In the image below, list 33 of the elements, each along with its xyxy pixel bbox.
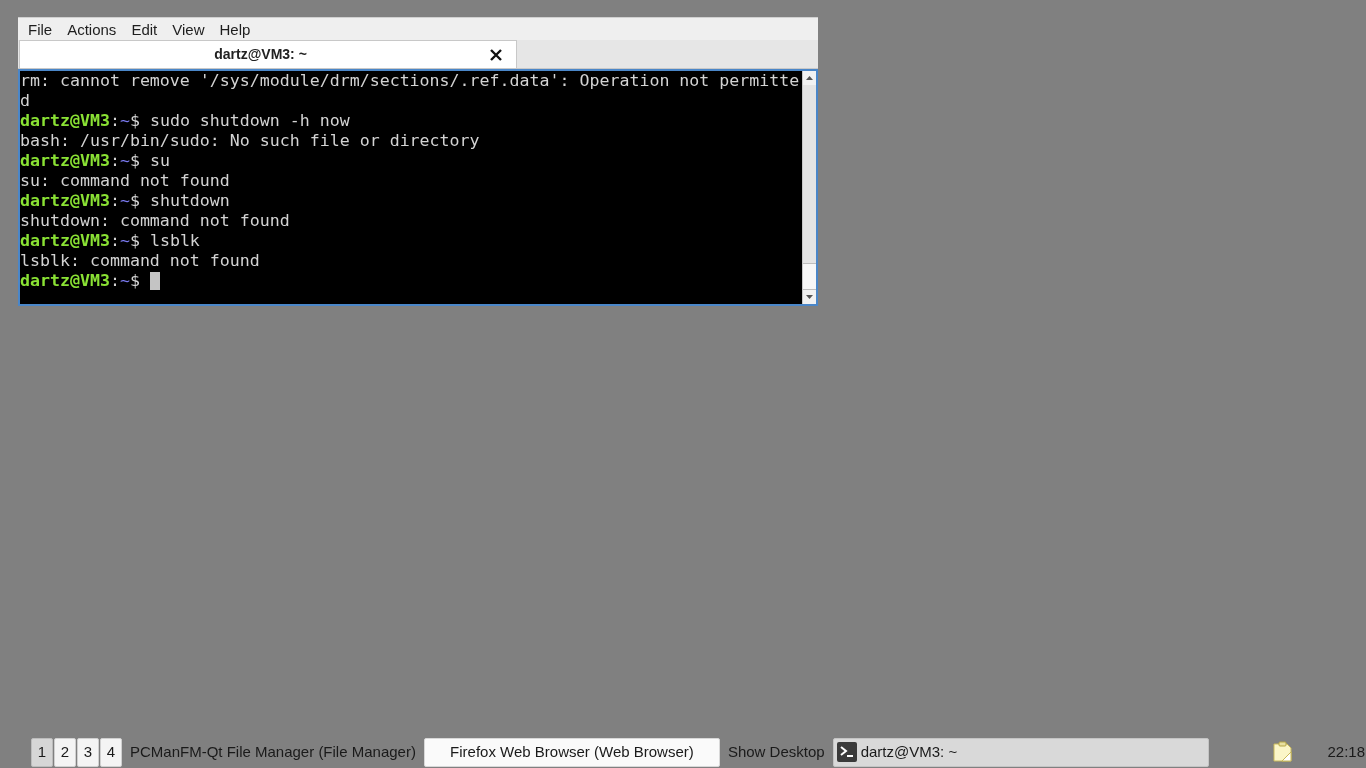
prompt-line: dartz@VM3:~$ (20, 271, 140, 291)
terminal-output-line: shutdown: command not found (20, 211, 290, 231)
taskbar-window-button[interactable]: Firefox Web Browser (Web Browser) (423, 737, 720, 767)
desktop-switch-button[interactable]: 3 (77, 737, 99, 767)
menu-item[interactable]: Edit (124, 18, 165, 40)
clock: 22:18 (1327, 741, 1366, 762)
terminal-output-line: rm: cannot remove '/sys/module/drm/sections/.ref.data': Operation not permitte (20, 71, 800, 91)
desktop-switch-button[interactable]: 2 (54, 737, 76, 767)
scrollbar-thumb[interactable] (803, 263, 816, 290)
terminal-icon (836, 742, 857, 762)
prompt-line: dartz@VM3:~$ shutdown (20, 191, 230, 211)
terminal-tab[interactable]: dartz@VM3: ~ (19, 40, 517, 68)
menu-item[interactable]: View (165, 18, 212, 40)
menu-item[interactable]: Help (212, 18, 258, 40)
taskbar-window-button[interactable]: dartz@VM3: ~ (832, 737, 1209, 767)
menu-item[interactable]: File (21, 18, 60, 40)
scroll-down-icon[interactable] (803, 290, 816, 304)
terminal-output-line: d (20, 91, 30, 111)
prompt-line: dartz@VM3:~$ sudo shutdown -h now (20, 111, 350, 131)
desktop-switch-button[interactable]: 1 (31, 737, 53, 767)
close-icon[interactable] (489, 47, 503, 62)
scroll-up-icon[interactable] (803, 71, 816, 85)
prompt-line: dartz@VM3:~$ su (20, 151, 170, 171)
desktop-switch-button[interactable]: 4 (100, 737, 122, 767)
note-icon[interactable] (1272, 741, 1294, 763)
scrollbar-track[interactable] (802, 71, 816, 304)
prompt-line: dartz@VM3:~$ lsblk (20, 231, 200, 251)
taskbar-label-button[interactable]: PCManFM-Qt File Manager (File Manager) (126, 737, 420, 767)
taskbar-label-button[interactable]: Show Desktop (723, 737, 829, 767)
menu-item[interactable]: Actions (60, 18, 124, 40)
terminal-output-line: su: command not found (20, 171, 230, 191)
terminal-output-line: bash: /usr/bin/sudo: No such file or directory (20, 131, 480, 151)
terminal-output-line: lsblk: command not found (20, 251, 260, 271)
